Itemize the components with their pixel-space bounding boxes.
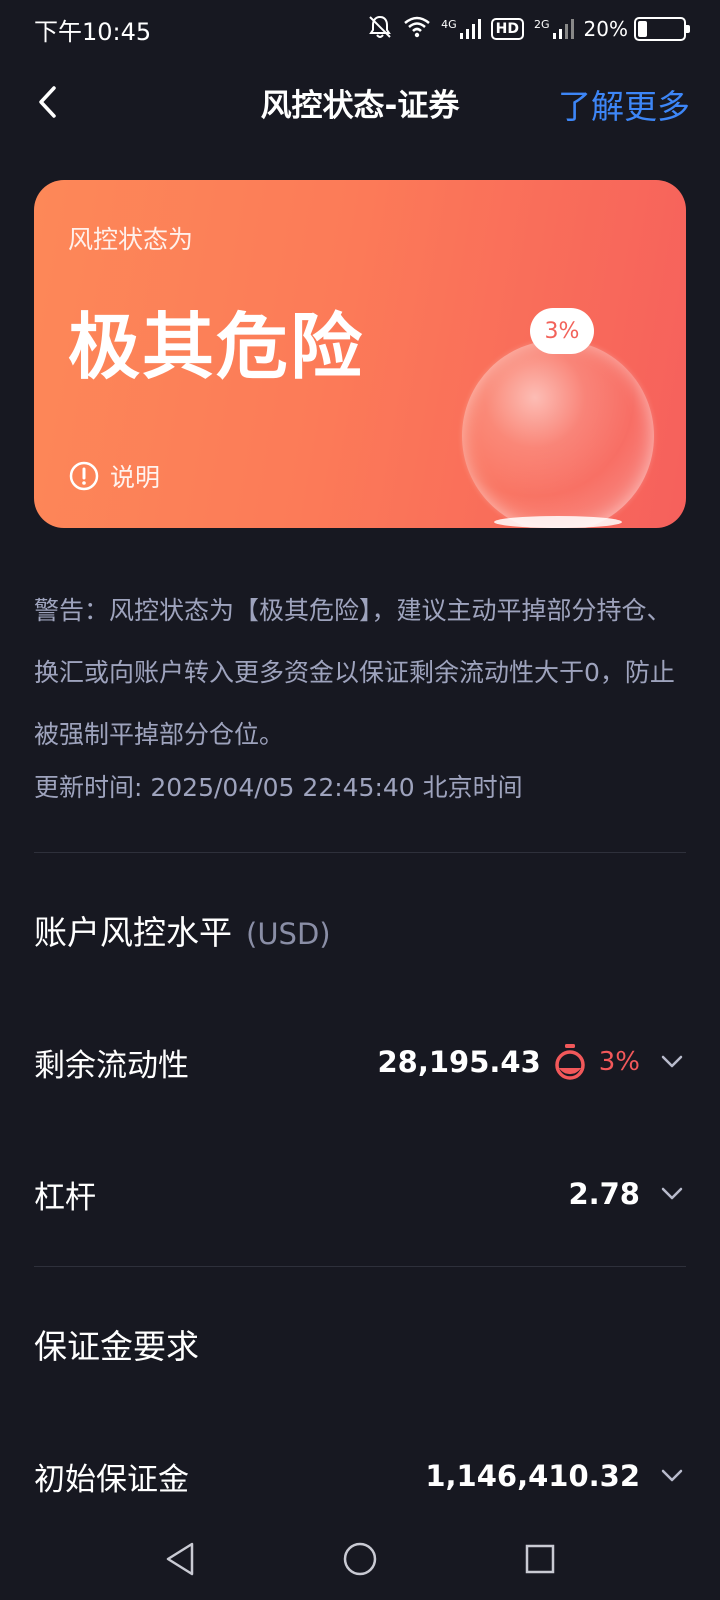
- risk-status-label: 风控状态为: [68, 225, 194, 254]
- row-value: 1,146,410.32: [425, 1459, 640, 1493]
- margin-title: 保证金要求: [34, 1320, 199, 1368]
- network-4g-label: 4G: [441, 18, 457, 31]
- learn-more-link[interactable]: 了解更多: [558, 80, 690, 128]
- triangle-back-icon: [166, 1542, 194, 1576]
- circle-home-icon: [343, 1542, 377, 1576]
- network-2g-label: 2G: [534, 18, 550, 31]
- nav-bar: 风控状态-证券 了解更多: [0, 62, 720, 142]
- update-time: 更新时间: 2025/04/05 22:45:40 北京时间: [34, 773, 523, 802]
- system-recents-button[interactable]: [510, 1534, 570, 1584]
- divider: [34, 1266, 686, 1267]
- square-recents-icon: [525, 1544, 555, 1574]
- status-bar: 下午10:45 4G HD 2G 20%: [0, 0, 720, 58]
- row-leverage[interactable]: 杠杆 2.78: [34, 1164, 686, 1224]
- signal-2g-icon: 2G: [534, 18, 574, 40]
- battery-fill: [638, 21, 647, 37]
- battery-percent: 20%: [583, 17, 628, 41]
- row-label: 杠杆: [34, 1179, 96, 1216]
- explain-button[interactable]: 说明: [68, 458, 160, 494]
- hd-badge: HD: [490, 18, 525, 40]
- system-home-button[interactable]: [330, 1534, 390, 1584]
- bubble-liquid-level: [494, 516, 622, 528]
- chevron-down-icon: [658, 1048, 686, 1076]
- status-time: 下午10:45: [34, 17, 152, 46]
- currency-unit: (USD): [246, 917, 331, 951]
- margin-title-text: 保证金要求: [34, 1327, 199, 1366]
- account-risk-title: 账户风控水平 (USD): [34, 906, 331, 954]
- system-nav-bar: [0, 1520, 720, 1600]
- screen: 下午10:45 4G HD 2G 20% 风控状态-证券 了解更多 风控状态为 …: [0, 0, 720, 1600]
- system-back-button[interactable]: [150, 1534, 210, 1584]
- row-value: 2.78: [568, 1177, 640, 1211]
- row-label: 剩余流动性: [34, 1047, 189, 1084]
- bubble-percent-badge: 3%: [530, 308, 594, 354]
- explain-label: 说明: [110, 463, 161, 492]
- warning-text: 警告：风控状态为【极其危险】，建议主动平掉部分持仓、换汇或向账户转入更多资金以保…: [34, 596, 675, 749]
- row-right: 1,146,410.32: [425, 1459, 686, 1493]
- risk-status-card: 风控状态为 极其危险 说明 3%: [34, 180, 686, 528]
- risk-status-value: 极其危险: [68, 305, 365, 389]
- info-circle-icon: [69, 461, 99, 491]
- wifi-icon: [403, 15, 431, 44]
- timer-icon: [555, 1044, 585, 1080]
- row-value: 28,195.43: [377, 1045, 541, 1079]
- row-remaining-liquidity[interactable]: 剩余流动性 28,195.43 3%: [34, 1032, 686, 1092]
- chevron-down-icon: [658, 1180, 686, 1208]
- bubble-sphere: [462, 340, 654, 528]
- account-risk-title-text: 账户风控水平: [34, 913, 232, 952]
- row-label: 初始保证金: [34, 1461, 189, 1498]
- chevron-down-icon: [658, 1462, 686, 1490]
- liquidity-bubble: 3%: [418, 242, 654, 528]
- row-right: 28,195.43 3%: [377, 1043, 686, 1081]
- status-icons: 4G HD 2G 20%: [367, 14, 690, 45]
- row-initial-margin[interactable]: 初始保证金 1,146,410.32: [34, 1446, 686, 1506]
- divider: [34, 852, 686, 853]
- row-percent: 3%: [598, 1047, 640, 1077]
- bell-off-icon: [367, 14, 393, 45]
- battery: 20%: [583, 17, 690, 41]
- battery-icon: [634, 17, 690, 41]
- signal-4g-icon: 4G: [441, 18, 481, 40]
- row-right: 2.78: [568, 1177, 686, 1211]
